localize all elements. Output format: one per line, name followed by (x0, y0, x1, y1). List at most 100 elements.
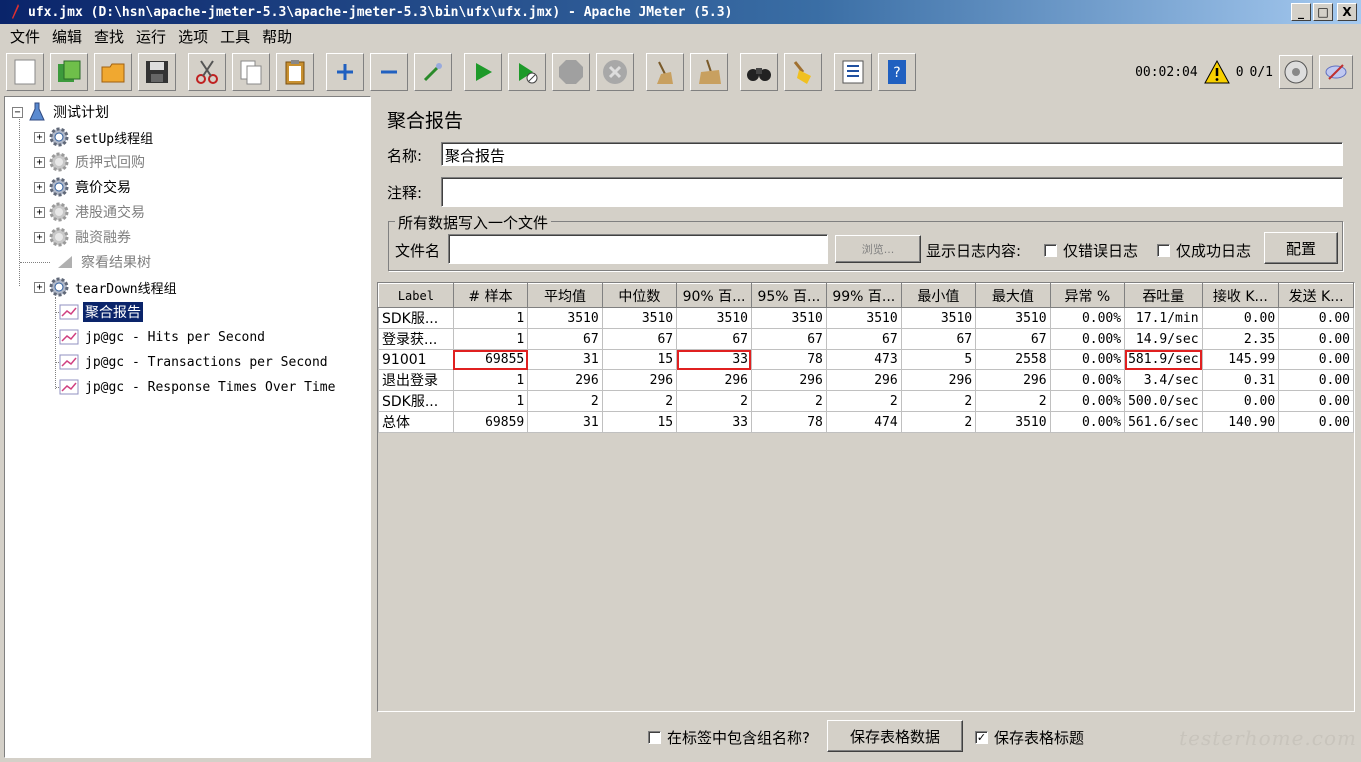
reset-search-button[interactable] (784, 53, 822, 91)
column-header[interactable]: 平均值 (527, 283, 603, 308)
tree-node-setup-thread-group[interactable]: + setUp线程组 (34, 126, 155, 148)
menu-edit[interactable]: 编辑 (46, 26, 88, 47)
column-header[interactable]: 吞吐量 (1124, 283, 1203, 308)
column-header[interactable]: 95% 百... (750, 283, 827, 308)
results-table-container[interactable]: Label # 样本 平均值 中位数 90% 百... 95% 百... 99%… (377, 282, 1355, 712)
tree-expand-toggle[interactable]: + (34, 231, 45, 243)
tree-expand-toggle[interactable]: + (34, 281, 45, 293)
toggle-button[interactable] (414, 53, 452, 91)
start-no-pauses-button[interactable] (508, 53, 546, 91)
filename-input[interactable] (448, 234, 828, 264)
tree-node-bid-trading[interactable]: + 竟价交易 (34, 176, 133, 198)
tree-node-transactions-per-second[interactable]: jp@gc - Transactions per Second (59, 351, 330, 373)
checkbox-box[interactable] (648, 731, 661, 744)
column-header[interactable]: 最大值 (975, 283, 1051, 308)
menu-run[interactable]: 运行 (130, 26, 172, 47)
open-button[interactable] (94, 53, 132, 91)
table-row-total[interactable]: 总体 69859 31 15 33 78 474 2 3510 0.00% 56… (378, 411, 1354, 433)
function-helper-button[interactable] (834, 53, 872, 91)
tree-expand-toggle[interactable]: + (34, 156, 45, 168)
elapsed-time: 00:02:04 (1135, 64, 1198, 80)
stop-button[interactable] (552, 53, 590, 91)
tree-expand-toggle[interactable]: + (34, 181, 45, 193)
minimize-button[interactable]: _ (1291, 3, 1311, 21)
browse-button[interactable]: 浏览... (835, 235, 921, 263)
remote-status-button[interactable] (1279, 55, 1313, 89)
aggregate-results-table[interactable]: Label # 样本 平均值 中位数 90% 百... 95% 百... 99%… (378, 283, 1354, 433)
table-row[interactable]: 退出登录 1 296 296 296 296 296 296 296 0.00%… (378, 369, 1354, 391)
copy-button[interactable] (232, 53, 270, 91)
help-button[interactable]: ? (878, 53, 916, 91)
save-table-header-checkbox[interactable]: ✓ 保存表格标题 (975, 727, 1084, 748)
search-button[interactable] (740, 53, 778, 91)
tree-node-repo[interactable]: + 质押式回购 (34, 151, 147, 173)
tree-node-aggregate-report[interactable]: 聚合报告 (59, 301, 143, 323)
tree-node-hk-connect[interactable]: + 港股通交易 (34, 201, 147, 223)
tree-node-hits-per-second[interactable]: jp@gc - Hits per Second (59, 326, 267, 348)
warning-icon[interactable] (1203, 60, 1230, 84)
column-header[interactable]: 异常 % (1049, 283, 1126, 308)
errors-only-checkbox[interactable]: 仅错误日志 (1044, 240, 1138, 261)
clear-button[interactable] (646, 53, 684, 91)
table-cell: 3510 (750, 307, 827, 329)
column-header[interactable]: # 样本 (452, 283, 529, 308)
tree-node-response-times-over-time[interactable]: jp@gc - Response Times Over Time (59, 376, 337, 398)
start-button[interactable] (464, 53, 502, 91)
cut-button[interactable] (188, 53, 226, 91)
column-header[interactable]: Label (378, 283, 454, 308)
test-plan-tree[interactable]: − 测试计划 + setUp线程组 + 质押式回购 + 竟价交易 + 港股通交易 (4, 96, 371, 758)
table-row[interactable]: SDK服... 1 2 2 2 2 2 2 2 0.00% 500.0/sec … (378, 390, 1354, 412)
include-group-name-checkbox[interactable]: 在标签中包含组名称? (648, 727, 810, 748)
templates-button[interactable] (50, 53, 88, 91)
success-only-checkbox[interactable]: 仅成功日志 (1157, 240, 1251, 261)
table-row[interactable]: SDK服... 1 3510 3510 3510 3510 3510 3510 … (378, 307, 1354, 329)
column-header[interactable]: 中位数 (601, 283, 678, 308)
name-input[interactable]: 聚合报告 (441, 142, 1343, 166)
checkbox-box[interactable] (1157, 244, 1170, 257)
table-cell: 总体 (378, 411, 454, 433)
tree-collapse-toggle[interactable]: − (12, 106, 23, 118)
tree-expand-toggle[interactable]: + (34, 131, 45, 143)
copy-icon (240, 60, 262, 85)
configure-button[interactable]: 配置 (1264, 232, 1338, 264)
tree-node-view-results-tree[interactable]: 察看结果树 (55, 251, 153, 273)
paste-button[interactable] (276, 53, 314, 91)
table-row[interactable]: 登录获... 1 67 67 67 67 67 67 67 0.00% 14.9… (378, 328, 1354, 350)
comment-input[interactable] (441, 177, 1343, 207)
save-table-data-button[interactable]: 保存表格数据 (827, 720, 963, 752)
save-button[interactable] (138, 53, 176, 91)
clear-all-button[interactable] (690, 53, 728, 91)
play-icon (476, 63, 492, 81)
menu-options[interactable]: 选项 (172, 26, 214, 47)
expand-all-button[interactable] (326, 53, 364, 91)
column-header[interactable]: 最小值 (900, 283, 977, 308)
thread-group-gear-icon (49, 177, 69, 197)
collapse-all-button[interactable] (370, 53, 408, 91)
new-button[interactable] (6, 53, 44, 91)
column-header[interactable]: 发送 K... (1278, 283, 1354, 308)
menu-help[interactable]: 帮助 (256, 26, 298, 47)
maximize-button[interactable]: □ (1313, 3, 1333, 21)
tree-node-test-plan[interactable]: − 测试计划 (12, 101, 111, 123)
function-list-icon (842, 60, 864, 84)
title-bar: ufx.jmx (D:\hsn\apache-jmeter-5.3\apache… (0, 0, 1361, 24)
checkbox-box[interactable] (1044, 244, 1057, 257)
log-viewer-button[interactable] (1319, 55, 1353, 89)
tree-node-teardown-thread-group[interactable]: + tearDown线程组 (34, 276, 179, 298)
column-header[interactable]: 接收 K... (1201, 283, 1280, 308)
column-header[interactable]: 90% 百... (676, 283, 752, 308)
tree-expand-toggle[interactable]: + (34, 206, 45, 218)
checkbox-box-checked[interactable]: ✓ (975, 731, 988, 744)
name-label: 名称: (387, 147, 423, 165)
tree-label: 融资融券 (75, 230, 131, 246)
menu-search[interactable]: 查找 (88, 26, 130, 47)
column-header[interactable]: 99% 百... (825, 283, 902, 308)
table-cell: 3510 (676, 307, 752, 329)
tree-node-margin-trading[interactable]: + 融资融券 (34, 226, 133, 248)
table-row[interactable]: 91001 69855 31 15 33 78 473 5 2558 0.00%… (378, 349, 1354, 370)
shutdown-button[interactable] (596, 53, 634, 91)
menu-file[interactable]: 文件 (4, 26, 46, 47)
close-button[interactable]: X (1337, 3, 1357, 21)
menu-tools[interactable]: 工具 (214, 26, 256, 47)
tree-label: 竟价交易 (75, 180, 131, 196)
